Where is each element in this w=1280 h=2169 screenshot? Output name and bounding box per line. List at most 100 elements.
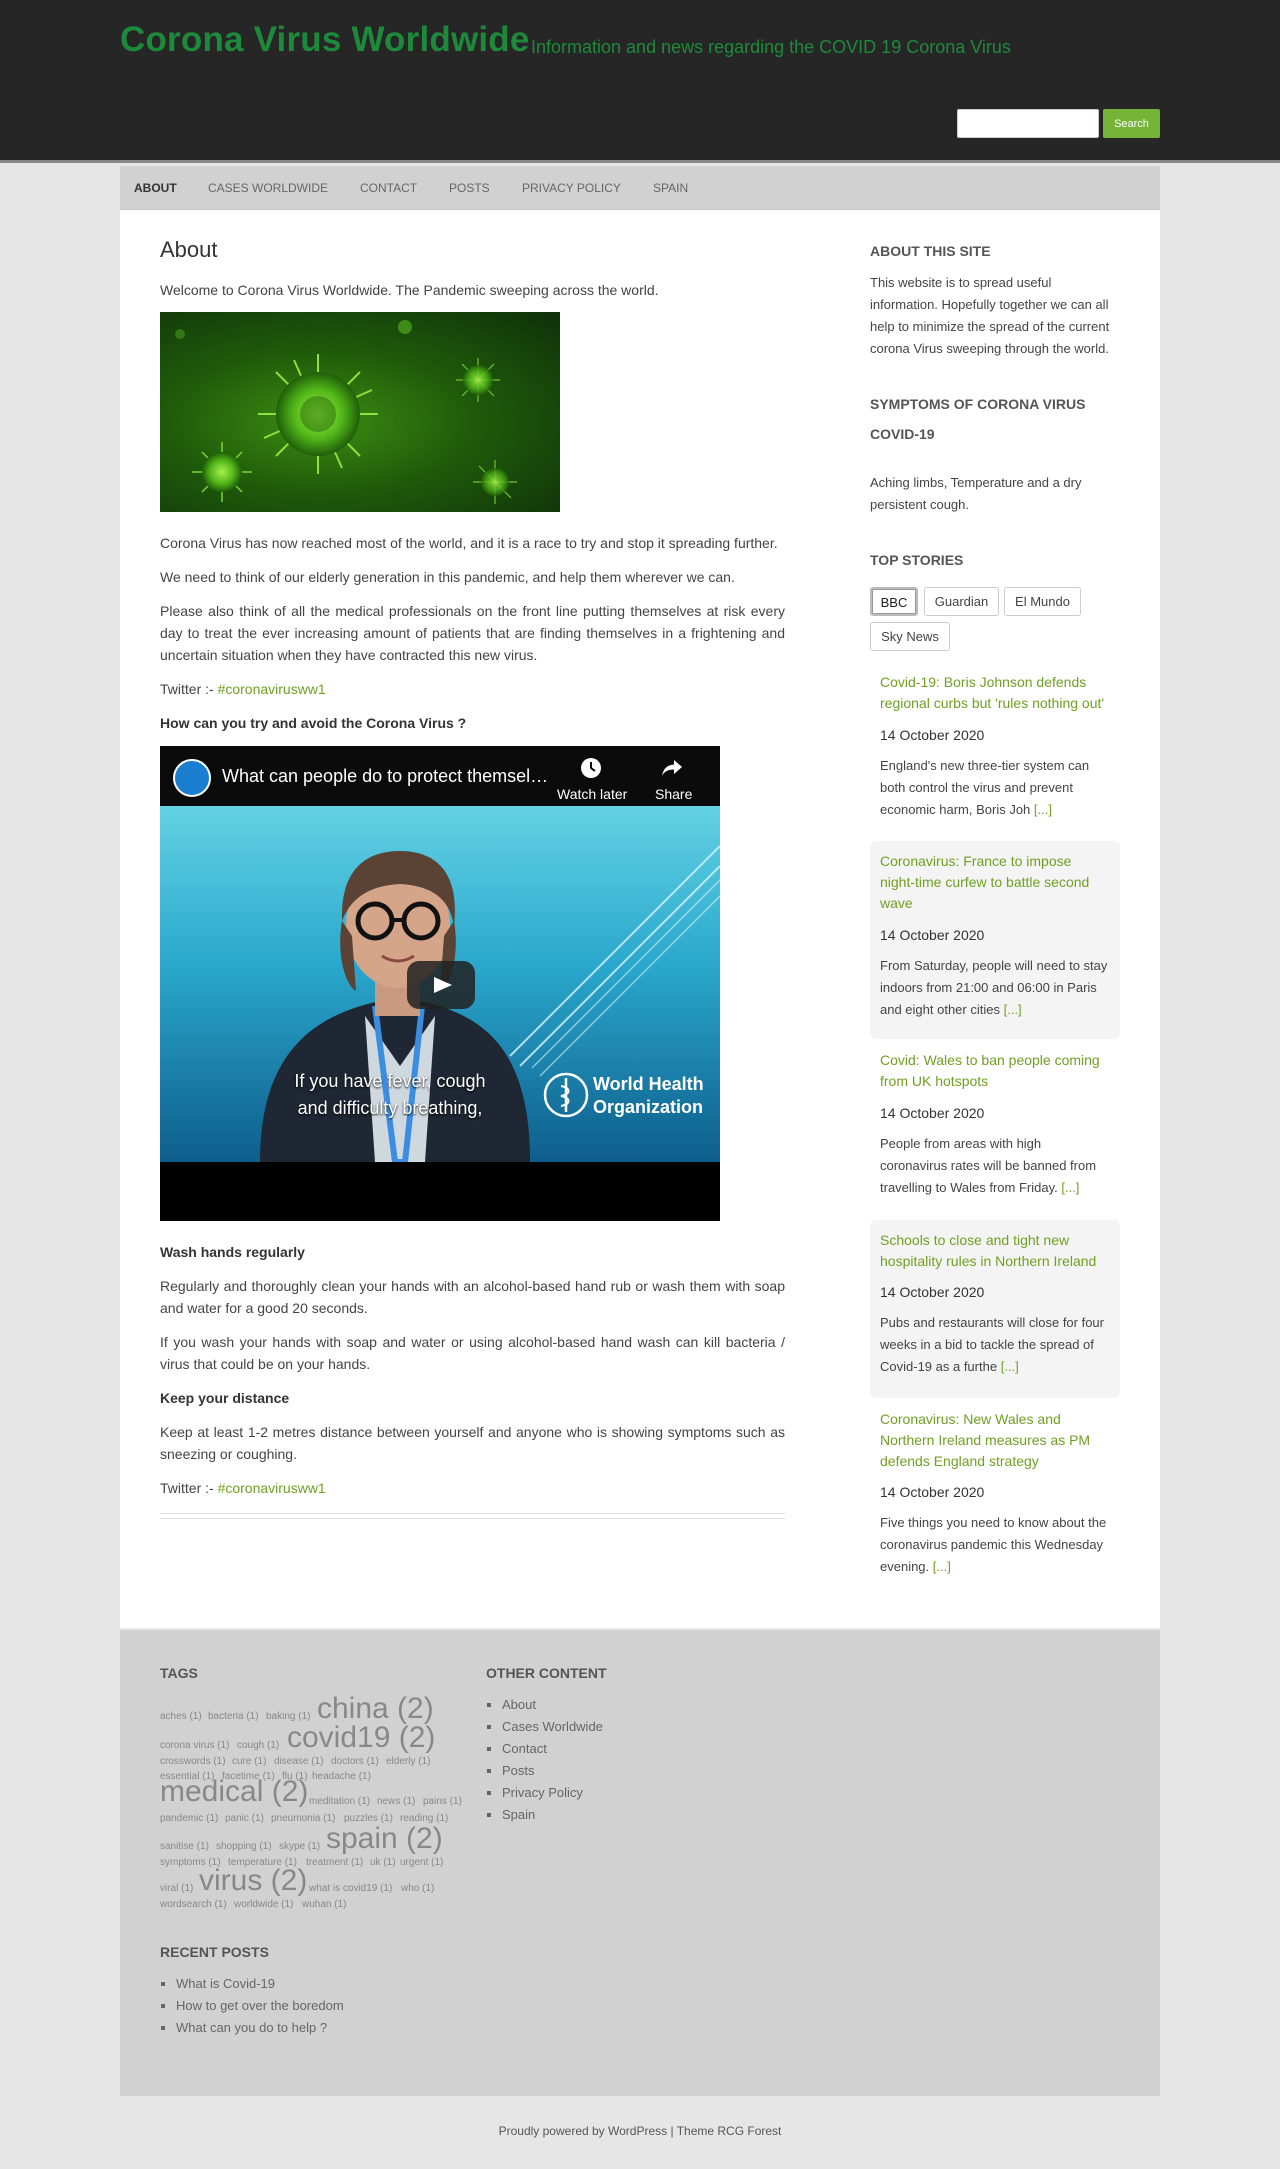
- site-title[interactable]: Corona Virus Worldwide: [120, 20, 530, 60]
- story-excerpt: From Saturday, people will need to stay …: [880, 958, 1108, 1017]
- video-title[interactable]: What can people do to protect themsel…: [222, 766, 548, 787]
- story-title[interactable]: Covid-19: Boris Johnson defends regional…: [880, 672, 1110, 714]
- virus-illustration: [175, 320, 517, 504]
- twitter-link[interactable]: #coronavirusww1: [218, 1480, 326, 1496]
- tag-link[interactable]: medical (2): [160, 1775, 308, 1809]
- story-date: 14 October 2020: [880, 1105, 985, 1121]
- tag-link[interactable]: uk (1): [370, 1857, 396, 1868]
- read-more-link[interactable]: [...]: [1034, 802, 1052, 817]
- tag-link[interactable]: what is covid19 (1): [309, 1883, 392, 1894]
- read-more-link[interactable]: [...]: [1004, 1002, 1022, 1017]
- tag-link[interactable]: skype (1): [279, 1841, 320, 1852]
- story-excerpt: Five things you need to know about the c…: [880, 1515, 1107, 1574]
- tag-link[interactable]: headache (1): [312, 1771, 371, 1782]
- tag-link[interactable]: wordsearch (1): [160, 1899, 227, 1910]
- nav-item-about[interactable]: ABOUT: [134, 166, 177, 210]
- site-header: Corona Virus Worldwide Information and n…: [0, 0, 1280, 163]
- tab-sky-news[interactable]: Sky News: [870, 622, 950, 651]
- video-topbar: What can people do to protect themsel… W…: [160, 746, 720, 806]
- story-card: Coronavirus: France to impose night-time…: [870, 841, 1120, 1039]
- other-content-item[interactable]: Contact: [502, 1738, 603, 1760]
- tag-link[interactable]: cure (1): [232, 1756, 266, 1767]
- tag-link[interactable]: disease (1): [274, 1756, 323, 1767]
- other-content-item[interactable]: Posts: [502, 1760, 603, 1782]
- play-button[interactable]: [407, 961, 475, 1009]
- site-description: Information and news regarding the COVID…: [531, 37, 1011, 57]
- read-more-link[interactable]: [...]: [933, 1559, 951, 1574]
- share-label[interactable]: Share: [655, 786, 692, 802]
- intro-text: Welcome to Corona Virus Worldwide. The P…: [160, 282, 659, 298]
- who-logo-icon[interactable]: [173, 759, 211, 797]
- story-title[interactable]: Covid: Wales to ban people coming from U…: [880, 1050, 1110, 1092]
- tag-link[interactable]: crosswords (1): [160, 1756, 226, 1767]
- story-date: 14 October 2020: [880, 727, 985, 743]
- play-icon: [434, 977, 452, 993]
- tag-link[interactable]: virus (2): [199, 1864, 307, 1898]
- tag-link[interactable]: viral (1): [160, 1883, 193, 1894]
- watch-later-label[interactable]: Watch later: [557, 786, 627, 802]
- tab-el-mundo[interactable]: El Mundo: [1004, 587, 1081, 616]
- nav-item-privacy-policy[interactable]: PRIVACY POLICY: [522, 166, 621, 210]
- video-caption-line1: If you have fever, cough: [294, 1071, 486, 1091]
- tag-link[interactable]: pandemic (1): [160, 1813, 218, 1824]
- virus-image: [160, 312, 560, 512]
- other-content-item[interactable]: Spain: [502, 1804, 603, 1826]
- who-name-line1: World Health: [593, 1074, 704, 1094]
- recent-post-item[interactable]: How to get over the boredom: [176, 1995, 344, 2017]
- tag-link[interactable]: meditation (1): [309, 1796, 370, 1807]
- nav-item-cases-worldwide[interactable]: CASES WORLDWIDE: [208, 166, 328, 210]
- video-embed[interactable]: What can people do to protect themsel… W…: [160, 746, 720, 1221]
- tag-link[interactable]: spain (2): [326, 1822, 443, 1856]
- tag-link[interactable]: urgent (1): [400, 1857, 443, 1868]
- twitter-label: Twitter :-: [160, 1480, 214, 1496]
- twitter-link[interactable]: #coronavirusww1: [218, 681, 326, 697]
- video-thumbnail[interactable]: If you have fever, cough and difficulty …: [160, 806, 720, 1162]
- tag-link[interactable]: wuhan (1): [302, 1899, 346, 1910]
- story-title[interactable]: Coronavirus: France to impose night-time…: [880, 851, 1110, 914]
- recent-post-item[interactable]: What can you do to help ?: [176, 2017, 344, 2039]
- paragraph-elderly: We need to think of our elderly generati…: [160, 569, 735, 585]
- tag-link[interactable]: news (1): [377, 1796, 415, 1807]
- other-content-title: OTHER CONTENT: [486, 1665, 607, 1681]
- tag-link[interactable]: who (1): [401, 1883, 434, 1894]
- tab-guardian[interactable]: Guardian: [924, 587, 999, 616]
- other-content-list: About Cases Worldwide Contact Posts Priv…: [486, 1694, 603, 1826]
- tag-link[interactable]: covid19 (2): [287, 1721, 435, 1755]
- search-input[interactable]: [957, 109, 1099, 138]
- other-content-item[interactable]: Cases Worldwide: [502, 1716, 603, 1738]
- wash-paragraph-2: If you wash your hands with soap and wat…: [160, 1334, 785, 1372]
- tag-link[interactable]: cough (1): [237, 1740, 279, 1751]
- share-icon[interactable]: [661, 758, 683, 778]
- story-excerpt: People from areas with high coronavirus …: [880, 1136, 1097, 1195]
- main-nav: ABOUT CASES WORLDWIDE CONTACT POSTS PRIV…: [120, 166, 1160, 210]
- tag-link[interactable]: bacteria (1): [208, 1711, 259, 1722]
- other-content-item[interactable]: Privacy Policy: [502, 1782, 603, 1804]
- tag-link[interactable]: shopping (1): [216, 1841, 272, 1852]
- tag-link[interactable]: worldwide (1): [234, 1899, 293, 1910]
- avoid-heading: How can you try and avoid the Corona Vir…: [160, 715, 467, 731]
- story-date: 14 October 2020: [880, 927, 985, 943]
- tag-link[interactable]: corona virus (1): [160, 1740, 229, 1751]
- tag-link[interactable]: sanitise (1): [160, 1841, 209, 1852]
- tag-link[interactable]: pains (1): [423, 1796, 462, 1807]
- tag-link[interactable]: elderly (1): [386, 1756, 430, 1767]
- read-more-link[interactable]: [...]: [1001, 1359, 1019, 1374]
- read-more-link[interactable]: [...]: [1061, 1180, 1079, 1195]
- nav-item-contact[interactable]: CONTACT: [360, 166, 417, 210]
- story-excerpt: England's new three-tier system can both…: [880, 758, 1090, 817]
- story-title[interactable]: Coronavirus: New Wales and Northern Irel…: [880, 1409, 1110, 1472]
- tag-link[interactable]: doctors (1): [331, 1756, 379, 1767]
- tag-link[interactable]: panic (1): [225, 1813, 264, 1824]
- search-button[interactable]: Search: [1103, 109, 1160, 138]
- tab-bbc[interactable]: BBC: [870, 587, 918, 616]
- paragraph-medical: Please also think of all the medical pro…: [160, 603, 785, 663]
- nav-item-spain[interactable]: SPAIN: [653, 166, 688, 210]
- nav-item-posts[interactable]: POSTS: [449, 166, 490, 210]
- tag-link[interactable]: aches (1): [160, 1711, 202, 1722]
- other-content-item[interactable]: About: [502, 1694, 603, 1716]
- tag-link[interactable]: treatment (1): [306, 1857, 363, 1868]
- story-title[interactable]: Schools to close and tight new hospitali…: [880, 1230, 1110, 1272]
- clock-icon[interactable]: [580, 757, 602, 779]
- recent-post-item[interactable]: What is Covid-19: [176, 1973, 344, 1995]
- story-date: 14 October 2020: [880, 1484, 985, 1500]
